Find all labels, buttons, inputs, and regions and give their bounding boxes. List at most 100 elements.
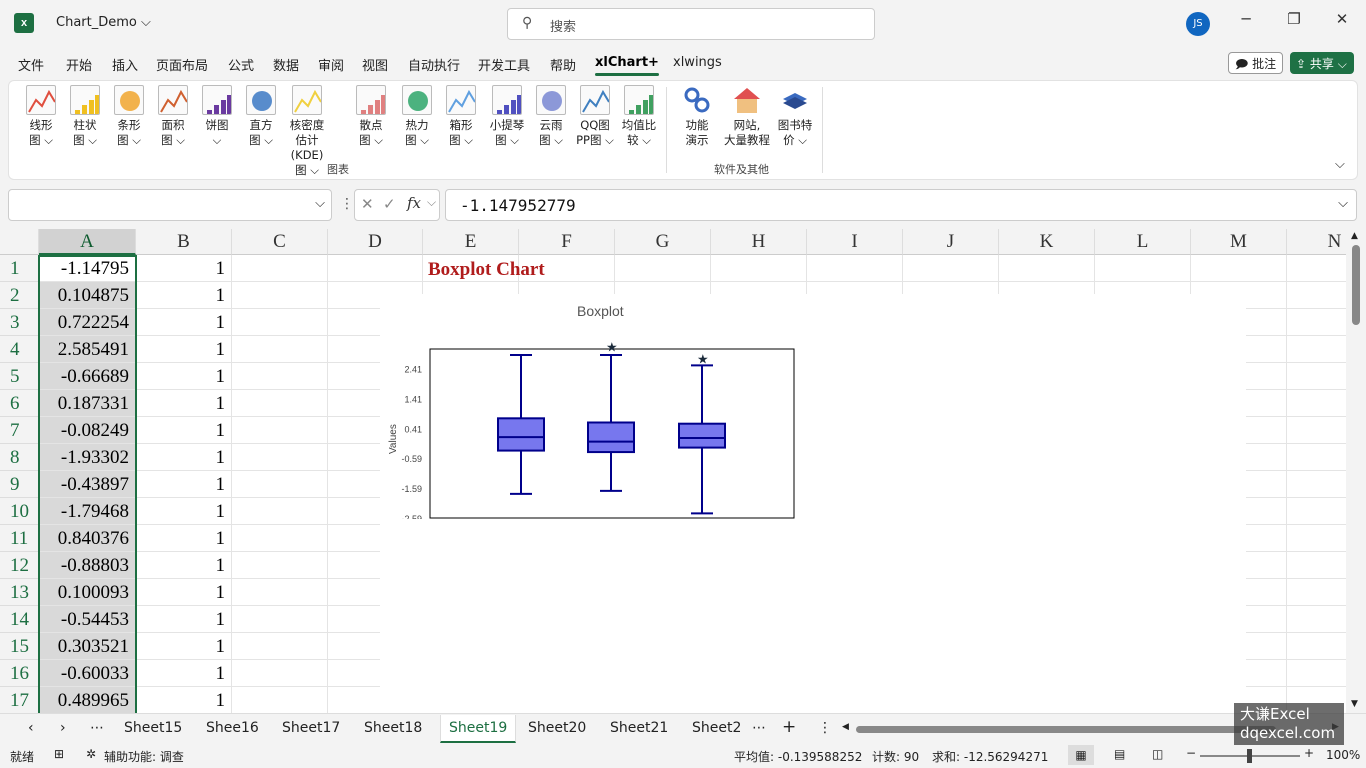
cell-empty[interactable]	[232, 417, 328, 444]
cell-b[interactable]: 1	[136, 606, 232, 633]
box[interactable]	[498, 585, 544, 713]
hscroll-thumb[interactable]	[856, 726, 1276, 733]
bar-chart-button[interactable]: 条形图 ⌵	[107, 85, 151, 148]
column-header-E[interactable]: E	[423, 229, 519, 255]
row-header[interactable]: 12	[0, 552, 38, 579]
cell-a[interactable]: 0.722254	[39, 309, 136, 336]
tab-prev-icon[interactable]: ‹	[28, 720, 34, 736]
more-options-icon[interactable]: ⋮	[340, 196, 354, 212]
cell-a[interactable]: 0.187331	[39, 390, 136, 417]
books-button[interactable]: 图书特价 ⌵	[773, 85, 817, 148]
minimize-icon[interactable]: ─	[1236, 10, 1256, 28]
sheet-tab[interactable]: Sheet18	[364, 720, 422, 736]
cell-empty[interactable]	[1287, 498, 1346, 525]
cell-b[interactable]: 1	[136, 471, 232, 498]
cell-b[interactable]: 1	[136, 417, 232, 444]
box[interactable]: ★	[588, 571, 634, 713]
boxplot-chart[interactable]: Boxplot 2.41 1.41 0.41 -0.59Values ★ ★	[823, 524, 1246, 713]
row-header[interactable]: 11	[0, 525, 38, 552]
menu-item-10[interactable]: 帮助	[550, 55, 576, 74]
cell-b[interactable]: 1	[136, 633, 232, 660]
cell-empty[interactable]	[232, 552, 328, 579]
cell-empty[interactable]	[232, 309, 328, 336]
chevron-down-icon[interactable]: ⌵	[315, 196, 325, 211]
menu-item-3[interactable]: 页面布局	[156, 55, 208, 74]
row-header[interactable]: 7	[0, 417, 38, 444]
sheet-tab[interactable]: Sheet22	[692, 720, 742, 736]
column-header-F[interactable]: F	[519, 229, 615, 255]
column-header-G[interactable]: G	[615, 229, 711, 255]
box[interactable]: ★	[1116, 353, 1162, 514]
sheet-tab[interactable]: Shee16	[206, 720, 259, 736]
close-icon[interactable]: ✕	[1332, 10, 1352, 28]
cell-a[interactable]: 0.100093	[39, 579, 136, 606]
cell-empty[interactable]	[1287, 417, 1346, 444]
kde-chart-button[interactable]: 核密度估计 (KDE)图 ⌵	[285, 85, 329, 178]
select-all-corner[interactable]	[0, 229, 39, 255]
scatter-chart-button[interactable]: 散点图 ⌵	[349, 85, 393, 148]
menu-item-1[interactable]: 开始	[66, 55, 92, 74]
box[interactable]: ★	[1031, 572, 1077, 713]
sheet-tab[interactable]: Sheet15	[124, 720, 182, 736]
cell-empty[interactable]	[232, 336, 328, 363]
cell-empty[interactable]	[232, 390, 328, 417]
cell-empty[interactable]	[1287, 579, 1346, 606]
qq-plot-button[interactable]: QQ图 PP图 ⌵	[573, 85, 617, 148]
house-button[interactable]: 网站, 大量教程	[719, 85, 775, 148]
zoom-in-icon[interactable]: +	[1304, 746, 1314, 760]
expand-formula-icon[interactable]: ⌵	[1338, 196, 1348, 211]
box[interactable]	[941, 586, 987, 713]
sheet-tab[interactable]: Sheet17	[282, 720, 340, 736]
cell-a[interactable]: 0.104875	[39, 282, 136, 309]
cell-a[interactable]: -0.66689	[39, 363, 136, 390]
cell-b[interactable]: 1	[136, 363, 232, 390]
cell-empty[interactable]	[1287, 255, 1346, 282]
row-header[interactable]: 16	[0, 660, 38, 687]
sheet-tab[interactable]: Sheet21	[610, 720, 668, 736]
cell-empty[interactable]	[615, 255, 711, 282]
cell-empty[interactable]	[232, 687, 328, 713]
file-name[interactable]: Chart_Demo ⌵	[56, 15, 151, 30]
line-chart-button[interactable]: 线形图 ⌵	[19, 85, 63, 148]
box[interactable]: ★	[679, 582, 725, 713]
menu-item-8[interactable]: 自动执行	[408, 55, 460, 74]
comment-button[interactable]: 🗩 批注	[1228, 52, 1284, 74]
cell-empty[interactable]	[903, 255, 999, 282]
column-header-N[interactable]: N	[1287, 229, 1346, 255]
column-header-I[interactable]: I	[807, 229, 903, 255]
column-header-H[interactable]: H	[711, 229, 807, 255]
maximize-icon[interactable]: ❐	[1284, 10, 1304, 28]
violin-chart-button[interactable]: 小提琴图 ⌵	[485, 85, 529, 148]
cell-a[interactable]: 0.489965	[39, 687, 136, 713]
cell-a[interactable]: 2.585491	[39, 336, 136, 363]
cell-empty[interactable]	[1287, 471, 1346, 498]
scroll-up-icon[interactable]: ▲	[1351, 231, 1358, 241]
row-header[interactable]: 13	[0, 579, 38, 606]
cell-a[interactable]: -0.08249	[39, 417, 136, 444]
cell-empty[interactable]	[328, 255, 423, 282]
cell-empty[interactable]	[232, 579, 328, 606]
row-header[interactable]: 5	[0, 363, 38, 390]
cell-a[interactable]: -0.43897	[39, 471, 136, 498]
column-header-D[interactable]: D	[328, 229, 423, 255]
cell-a[interactable]: 0.840376	[39, 525, 136, 552]
box[interactable]	[935, 356, 981, 495]
boxplot-chart[interactable]: Boxplot 2.41 1.41 0.41 -0.59Values ★ ★	[380, 524, 803, 713]
cell-b[interactable]: 1	[136, 444, 232, 471]
zoom-level[interactable]: 100%	[1326, 748, 1360, 762]
cell-b[interactable]: 1	[136, 687, 232, 713]
tab-next-icon[interactable]: ›	[60, 720, 66, 736]
boxplot-chart[interactable]: Boxplot 2.41 1.41 0.41 -0.59 -1.59 -2.59 Values…	[817, 294, 1240, 525]
page-layout-icon[interactable]: ▤	[1114, 747, 1125, 761]
column-header-C[interactable]: C	[232, 229, 328, 255]
menu-item-4[interactable]: 公式	[228, 55, 254, 74]
column-header-M[interactable]: M	[1191, 229, 1287, 255]
cell-empty[interactable]	[1287, 633, 1346, 660]
cell-b[interactable]: 1	[136, 282, 232, 309]
cell-empty[interactable]	[999, 255, 1095, 282]
cell-a[interactable]: -0.88803	[39, 552, 136, 579]
cell-empty[interactable]	[232, 525, 328, 552]
cell-empty[interactable]	[232, 660, 328, 687]
cell-a[interactable]: -0.54453	[39, 606, 136, 633]
zoom-out-icon[interactable]: −	[1186, 746, 1196, 760]
